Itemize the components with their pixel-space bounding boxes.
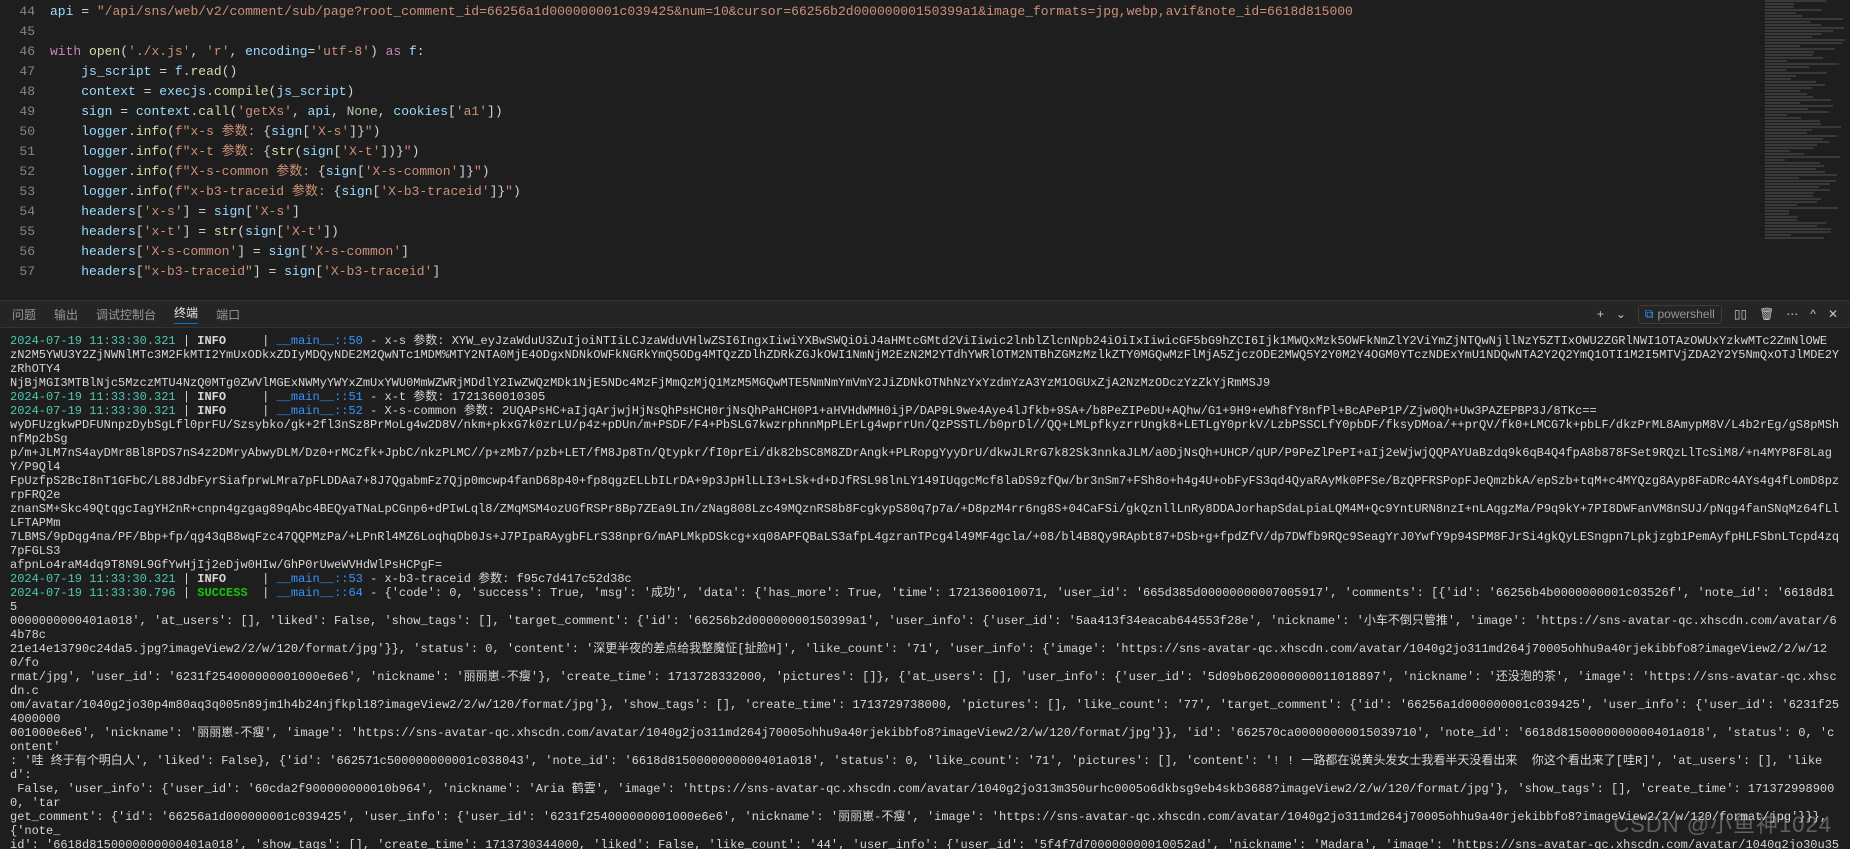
terminal-output[interactable]: 2024-07-19 11:33:30.321 | INFO | __main_… <box>0 328 1850 849</box>
log-line: znanSM+Skc49QtqgcIagYH2nR+cnpn4gzgag89qA… <box>10 502 1840 530</box>
log-line: 2024-07-19 11:33:30.321 | INFO | __main_… <box>10 334 1840 348</box>
log-line: 2024-07-19 11:33:30.321 | INFO | __main_… <box>10 572 1840 586</box>
shell-label: powershell <box>1657 307 1714 321</box>
log-line: 2024-07-19 11:33:30.796 | SUCCESS | __ma… <box>10 586 1840 614</box>
log-line: id': '6618d8150000000000401a018', 'show_… <box>10 838 1840 849</box>
maximize-icon[interactable]: ^ <box>1810 307 1816 321</box>
log-line: : '哇 终于有个明白人', 'liked': False}, {'id': '… <box>10 754 1840 782</box>
log-line: rmat/jpg', 'user_id': '6231f254000000001… <box>10 670 1840 698</box>
log-line: get_comment': {'id': '66256a1d000000001c… <box>10 810 1840 838</box>
log-line: wyDFUzgkwPDFUNnpzDybSgLfl0prFU/Szsybko/g… <box>10 418 1840 446</box>
trash-icon[interactable]: 🗑 <box>1759 307 1774 321</box>
tab-problems[interactable]: 问题 <box>12 306 36 323</box>
log-line: False, 'user_info': {'user_id': '60cda2f… <box>10 782 1840 810</box>
log-line: 2024-07-19 11:33:30.321 | INFO | __main_… <box>10 404 1840 418</box>
log-line: 7LBMS/9pDqg4na/PF/Bbp+fp/qg43qB8wqFzc47Q… <box>10 530 1840 558</box>
tab-terminal[interactable]: 终端 <box>174 304 198 324</box>
tab-output[interactable]: 输出 <box>54 306 78 323</box>
close-panel-icon[interactable]: ✕ <box>1828 307 1838 321</box>
log-line: 001000e6e6', 'nickname': '丽丽崽-不瘦', 'imag… <box>10 726 1840 754</box>
powershell-icon: ⧉ <box>1645 307 1654 322</box>
log-line: NjBjMGI3MTBlNjc5MzczMTU4NzQ0MTg0ZWVlMGEx… <box>10 376 1840 390</box>
shell-dropdown[interactable]: ⧉ powershell <box>1638 305 1722 324</box>
new-terminal-icon[interactable]: + <box>1597 307 1604 321</box>
log-line: 21e14e13790c24da5.jpg?imageView2/2/w/120… <box>10 642 1840 670</box>
tab-debug-console[interactable]: 调试控制台 <box>96 306 156 323</box>
log-line: zN2M5YWU3Y2ZjNWNlMTc3M2FkMTI2YmUxODkxZDI… <box>10 348 1840 376</box>
tab-ports[interactable]: 端口 <box>216 306 240 323</box>
code-content[interactable]: api = "/api/sns/web/v2/comment/sub/page?… <box>50 0 1850 300</box>
code-editor[interactable]: 4445464748495051525354555657 api = "/api… <box>0 0 1850 300</box>
log-line: 2024-07-19 11:33:30.321 | INFO | __main_… <box>10 390 1840 404</box>
log-line: afpnLo4raM4dq9T8N9L9GfYwHjIj2eDjw0HIw/Gh… <box>10 558 1840 572</box>
chevron-down-icon[interactable]: ⌄ <box>1616 307 1626 321</box>
more-icon[interactable]: ⋯ <box>1786 307 1798 321</box>
log-line: om/avatar/1040g2jo30p4m80aq3q005n89jm1h4… <box>10 698 1840 726</box>
line-gutter: 4445464748495051525354555657 <box>0 0 50 300</box>
log-line: FpUzfpS2BcI8nT1GFbC/L88JdbFyrSiafprwLMra… <box>10 474 1840 502</box>
split-terminal-icon[interactable]: ▯▯ <box>1734 307 1747 321</box>
panel-tabs: 问题 输出 调试控制台 终端 端口 + ⌄ ⧉ powershell ▯▯ 🗑 … <box>0 300 1850 328</box>
minimap[interactable] <box>1760 0 1850 300</box>
log-line: 0000000000401a018', 'at_users': [], 'lik… <box>10 614 1840 642</box>
log-line: p/m+JLM7nS4ayDMr8Bl8PDS7nS4z2DMryAbwyDLM… <box>10 446 1840 474</box>
